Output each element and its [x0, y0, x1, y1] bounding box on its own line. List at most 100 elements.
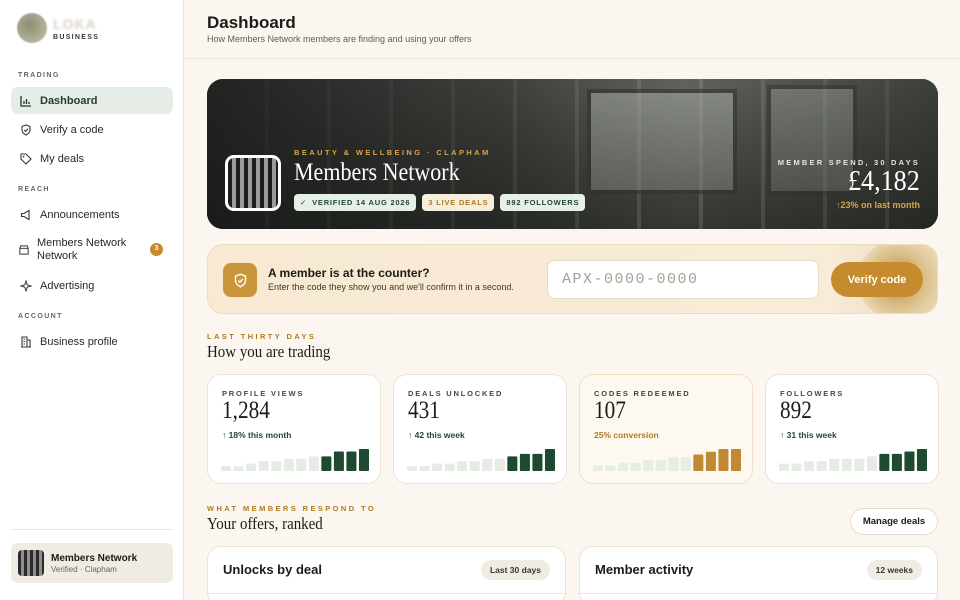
- sparkline-chart: [779, 449, 927, 471]
- sparkline-bar: [321, 456, 332, 471]
- member-spend-delta: ↑23% on last month: [836, 200, 920, 210]
- trading-kicker: LAST THIRTY DAYS: [207, 332, 317, 341]
- stat-delta-text: 42 this week: [414, 430, 465, 440]
- sidebar-item-label: Business profile: [40, 335, 118, 348]
- sidebar-item-label: My deals: [40, 152, 85, 165]
- stat-delta: ↑ 18% this month: [222, 430, 291, 440]
- section-label-reach: REACH: [18, 186, 50, 193]
- sparkline-bar: [779, 463, 790, 471]
- brand-subtitle: BUSINESS: [53, 33, 100, 41]
- sparkline-bar: [655, 460, 666, 471]
- panel-title: Unlocks by deal: [223, 562, 322, 577]
- stat-delta-text: 31 this week: [786, 430, 837, 440]
- business-logo: [225, 155, 281, 211]
- period-chip[interactable]: Last 30 days: [480, 560, 550, 580]
- business-name: Members Network: [51, 552, 138, 564]
- stat-value: 1,284: [222, 397, 270, 424]
- arrow-up-icon: ↑: [222, 430, 229, 440]
- stat-delta-text: 18% this month: [228, 430, 292, 440]
- stat-value: 892: [780, 397, 812, 424]
- stat-delta: 25% conversion: [594, 430, 659, 440]
- sidebar-item-badge: 3: [150, 243, 163, 256]
- sparkline-bar: [879, 453, 890, 471]
- sidebar-item-label: Dashboard: [40, 94, 98, 107]
- bar-chart-icon: [19, 94, 32, 107]
- sidebar-item-announcements[interactable]: Announcements: [11, 201, 173, 228]
- sidebar-item-my-deals[interactable]: My deals: [11, 145, 173, 172]
- sparkline-bar: [693, 454, 704, 471]
- sidebar: LOKA BUSINESS TRADING Dashboard Verify a…: [0, 0, 184, 600]
- sidebar-item-business-profile[interactable]: Business profile: [11, 328, 173, 355]
- sparkline-bar: [419, 466, 430, 471]
- account-switcher[interactable]: Members Network Verified · Clapham: [11, 543, 173, 583]
- sparkline-bar: [630, 462, 641, 471]
- tag-icon: [19, 152, 32, 165]
- sparkline-chart: [221, 449, 369, 471]
- sparkline-bar: [358, 449, 369, 471]
- stat-card-codes-redeemed[interactable]: CODES REDEEMED 107 25% conversion: [579, 374, 753, 484]
- sparkline-bar: [866, 456, 877, 471]
- section-label-account: ACCOUNT: [18, 313, 63, 320]
- sparkline-bar: [346, 451, 357, 471]
- sparkline-bar: [221, 466, 232, 471]
- sparkline-bar: [432, 463, 443, 471]
- sidebar-item-label: Advertising: [40, 279, 95, 292]
- sidebar-item-label: Members Network Network: [37, 237, 127, 262]
- sidebar-item-advertising[interactable]: Advertising: [11, 272, 173, 299]
- sparkline-bar: [469, 461, 480, 471]
- stat-card-deals-unlocked[interactable]: DEALS UNLOCKED 431 ↑ 42 this week: [393, 374, 567, 484]
- stat-card-profile-views[interactable]: PROFILE VIEWS 1,284 ↑ 18% this month: [207, 374, 381, 484]
- sparkline-bar: [482, 458, 493, 471]
- sparkline-bar: [532, 453, 543, 471]
- sparkline-chart: [593, 449, 741, 471]
- brand[interactable]: LOKA BUSINESS: [17, 13, 99, 43]
- stat-value: 107: [594, 397, 626, 424]
- sparkline-bar: [544, 449, 555, 471]
- sparkline-bar: [643, 460, 654, 471]
- manage-deals-button[interactable]: Manage deals: [850, 508, 938, 535]
- hero-tags: ✓ VERIFIED 14 AUG 2026 3 LIVE DEALS 892 …: [294, 194, 591, 211]
- live-deals-tag: 3 LIVE DEALS: [422, 194, 495, 211]
- business-name-heading: Members Network: [294, 159, 460, 186]
- verify-code-button[interactable]: Verify code: [831, 262, 923, 297]
- offers-title: Your offers, ranked: [207, 514, 323, 533]
- sparkline-bar: [246, 463, 257, 471]
- stat-card-followers[interactable]: FOLLOWERS 892 ↑ 31 this week: [765, 374, 939, 484]
- sparkline-bar: [605, 465, 616, 471]
- sparkline-bar: [407, 466, 418, 471]
- arrow-up-icon: ↑: [780, 430, 787, 440]
- section-label-trading: TRADING: [18, 72, 60, 79]
- sidebar-item-members-network[interactable]: Members Network Network 3: [11, 236, 173, 264]
- period-chip[interactable]: 12 weeks: [866, 560, 922, 580]
- sparkline-bar: [494, 458, 505, 471]
- sparkline-bar: [730, 449, 741, 471]
- sparkline-bar: [668, 457, 679, 471]
- sparkline-bar: [916, 449, 927, 471]
- sidebar-divider: [11, 529, 173, 530]
- sparkline-bar: [333, 451, 344, 471]
- sparkline-bar: [904, 451, 915, 471]
- panel-divider: [580, 593, 937, 594]
- sparkline-bar: [444, 463, 455, 471]
- sparkline-bar: [718, 449, 729, 471]
- arrow-up-icon: ↑: [408, 430, 415, 440]
- brand-logo: [17, 13, 47, 43]
- verify-subtitle: Enter the code they show you and we'll c…: [268, 282, 514, 292]
- member-spend-value: £4,182: [848, 165, 920, 197]
- shield-check-icon: [223, 263, 257, 297]
- sparkle-icon: [19, 279, 32, 292]
- sparkline-bar: [296, 458, 307, 471]
- stat-value: 431: [408, 397, 440, 424]
- code-input[interactable]: [547, 260, 819, 299]
- verify-code-panel: A member is at the counter? Enter the co…: [207, 244, 938, 314]
- offers-kicker: WHAT MEMBERS RESPOND TO: [207, 504, 377, 513]
- header-divider: [184, 58, 960, 59]
- building-icon: [19, 335, 32, 348]
- trading-title: How you are trading: [207, 342, 331, 361]
- sidebar-item-verify[interactable]: Verify a code: [11, 116, 173, 143]
- panel-divider: [208, 593, 565, 594]
- sidebar-item-dashboard[interactable]: Dashboard: [11, 87, 173, 114]
- member-spend-delta-text: 23% on last month: [840, 200, 920, 210]
- sparkline-bar: [891, 453, 902, 471]
- member-activity-panel: Member activity 12 weeks: [579, 546, 938, 600]
